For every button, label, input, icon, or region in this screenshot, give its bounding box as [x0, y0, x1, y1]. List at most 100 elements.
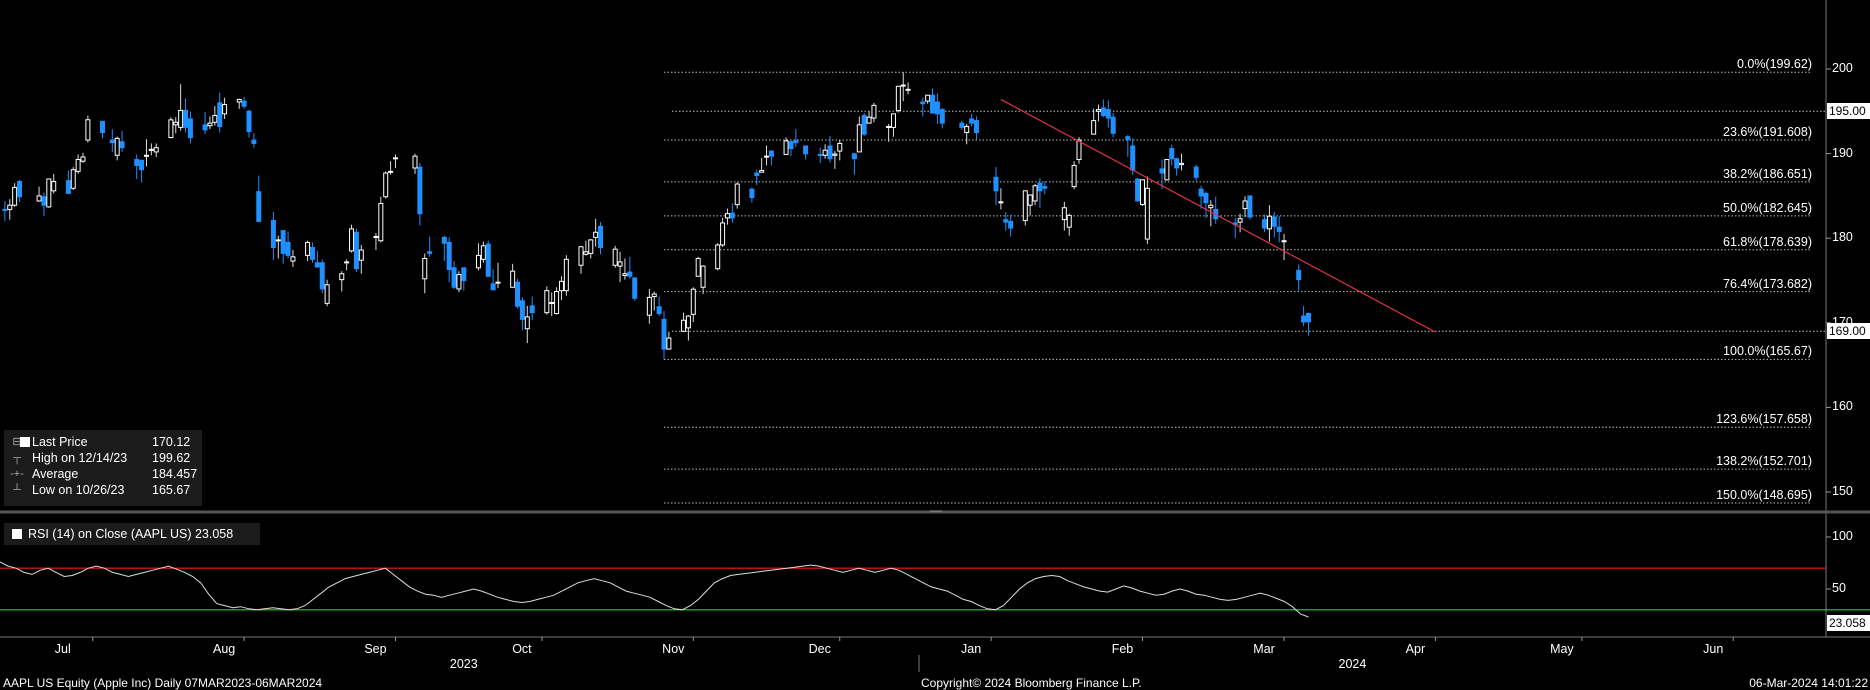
candle-body	[373, 236, 379, 239]
candle-body	[973, 120, 979, 133]
candle-body	[173, 121, 179, 126]
price-chart[interactable]	[0, 0, 1870, 690]
candle-body	[1164, 159, 1170, 181]
y-tick-label: 200	[1832, 61, 1853, 75]
candle-body	[700, 265, 706, 288]
candle-body	[749, 188, 755, 199]
x-year-label: 2024	[1338, 657, 1367, 671]
candle-body	[715, 244, 721, 270]
legend-low[interactable]: ┴ Low on 10/26/23 165.67	[10, 482, 200, 498]
candle-body	[1027, 194, 1033, 206]
candle-body	[475, 254, 481, 269]
candle-body	[822, 149, 828, 156]
x-tick-label: May	[1550, 642, 1574, 656]
candle-body	[251, 139, 257, 144]
candle-body	[305, 241, 311, 256]
candle-body	[1179, 162, 1185, 166]
rsi-y-tick-label: 100	[1832, 529, 1853, 543]
candle-body	[1208, 204, 1214, 209]
rsi-legend[interactable]: RSI (14) on Close (AAPL US) 23.058	[4, 523, 260, 545]
candle-body	[764, 155, 770, 158]
candle-body	[1091, 120, 1097, 135]
candle-body	[832, 153, 838, 156]
fib-level-label: 23.6%(191.608)	[1723, 124, 1812, 139]
candle-body	[451, 267, 457, 288]
candle-body	[617, 261, 623, 267]
candle-body	[558, 280, 564, 292]
price-level-box: 195.00	[1827, 103, 1870, 120]
fib-level-label: 100.0%(165.67)	[1723, 344, 1812, 359]
candle-body	[627, 271, 633, 277]
candle-body	[319, 262, 325, 290]
legend-value: 165.67	[152, 483, 191, 497]
x-tick-label: Sep	[364, 642, 387, 656]
legend-last-price[interactable]: ⊟ Last Price 170.12	[10, 434, 200, 450]
candle-body	[114, 137, 120, 156]
candle-body	[612, 248, 618, 266]
candle-body	[65, 180, 71, 194]
candle-body	[490, 283, 496, 291]
x-tick-label: Feb	[1111, 642, 1134, 656]
candle-body	[446, 241, 452, 271]
candle-body	[656, 306, 662, 314]
candle-body	[632, 277, 638, 299]
candle-body	[768, 150, 774, 157]
candle-body	[353, 231, 359, 270]
candle-body	[681, 319, 687, 332]
candle-body	[383, 172, 389, 198]
square-icon	[20, 437, 30, 447]
candle-body	[1022, 190, 1028, 221]
candle-body	[866, 116, 872, 124]
legend-average[interactable]: -+- Average 184.457	[10, 466, 200, 482]
fib-level-label: 76.4%(173.682)	[1723, 276, 1812, 291]
candle-body	[441, 236, 447, 244]
candle-body	[588, 239, 594, 254]
candle-body	[456, 274, 462, 290]
candle-body	[41, 196, 47, 206]
rsi-last-value-box: 23.058	[1827, 615, 1870, 632]
candle-body	[290, 256, 296, 262]
x-tick-label: Jun	[1703, 642, 1724, 656]
candle-body	[930, 94, 936, 114]
candle-body	[524, 316, 530, 330]
candle-body	[646, 296, 652, 316]
candle-body	[1037, 182, 1043, 192]
candle-body	[1003, 219, 1009, 223]
x-tick-label: Jul	[54, 642, 71, 656]
candle-body	[544, 290, 550, 314]
fib-level-label: 61.8%(178.639)	[1723, 234, 1812, 249]
candle-body	[549, 301, 555, 304]
candle-body	[1242, 200, 1248, 210]
candle-body	[178, 109, 184, 128]
candle-body	[1110, 116, 1116, 134]
candle-body	[1066, 214, 1072, 228]
x-tick-label: Mar	[1253, 642, 1275, 656]
candle-body	[793, 140, 799, 144]
candle-body	[285, 241, 291, 256]
candle-body	[720, 222, 726, 246]
candle-body	[729, 212, 735, 219]
fib-level-label: 150.0%(148.695)	[1716, 488, 1812, 503]
candle-body	[246, 110, 252, 133]
candle-body	[388, 170, 394, 173]
candle-body	[886, 126, 892, 129]
candle-body	[148, 148, 154, 151]
candle-body	[1203, 192, 1209, 204]
fib-level-label: 138.2%(152.701)	[1716, 454, 1812, 469]
legend-label: High on 12/14/23	[32, 451, 128, 465]
candle-body	[998, 201, 1004, 204]
legend-high[interactable]: ┬ High on 12/14/23 199.62	[10, 450, 200, 466]
fib-level-label: 0.0%(199.62)	[1736, 57, 1812, 72]
candle-body	[905, 88, 911, 91]
fib-level-label: 123.6%(157.658)	[1716, 412, 1812, 427]
candle-body	[100, 120, 106, 133]
candle-body	[139, 159, 145, 171]
candle-body	[392, 157, 398, 160]
candle-body	[309, 247, 315, 260]
candle-body	[85, 119, 91, 141]
candle-body	[1198, 188, 1204, 197]
candle-body	[1042, 186, 1048, 189]
candle-body	[75, 159, 81, 172]
candle-body	[695, 258, 701, 277]
candle-body	[1174, 158, 1180, 169]
